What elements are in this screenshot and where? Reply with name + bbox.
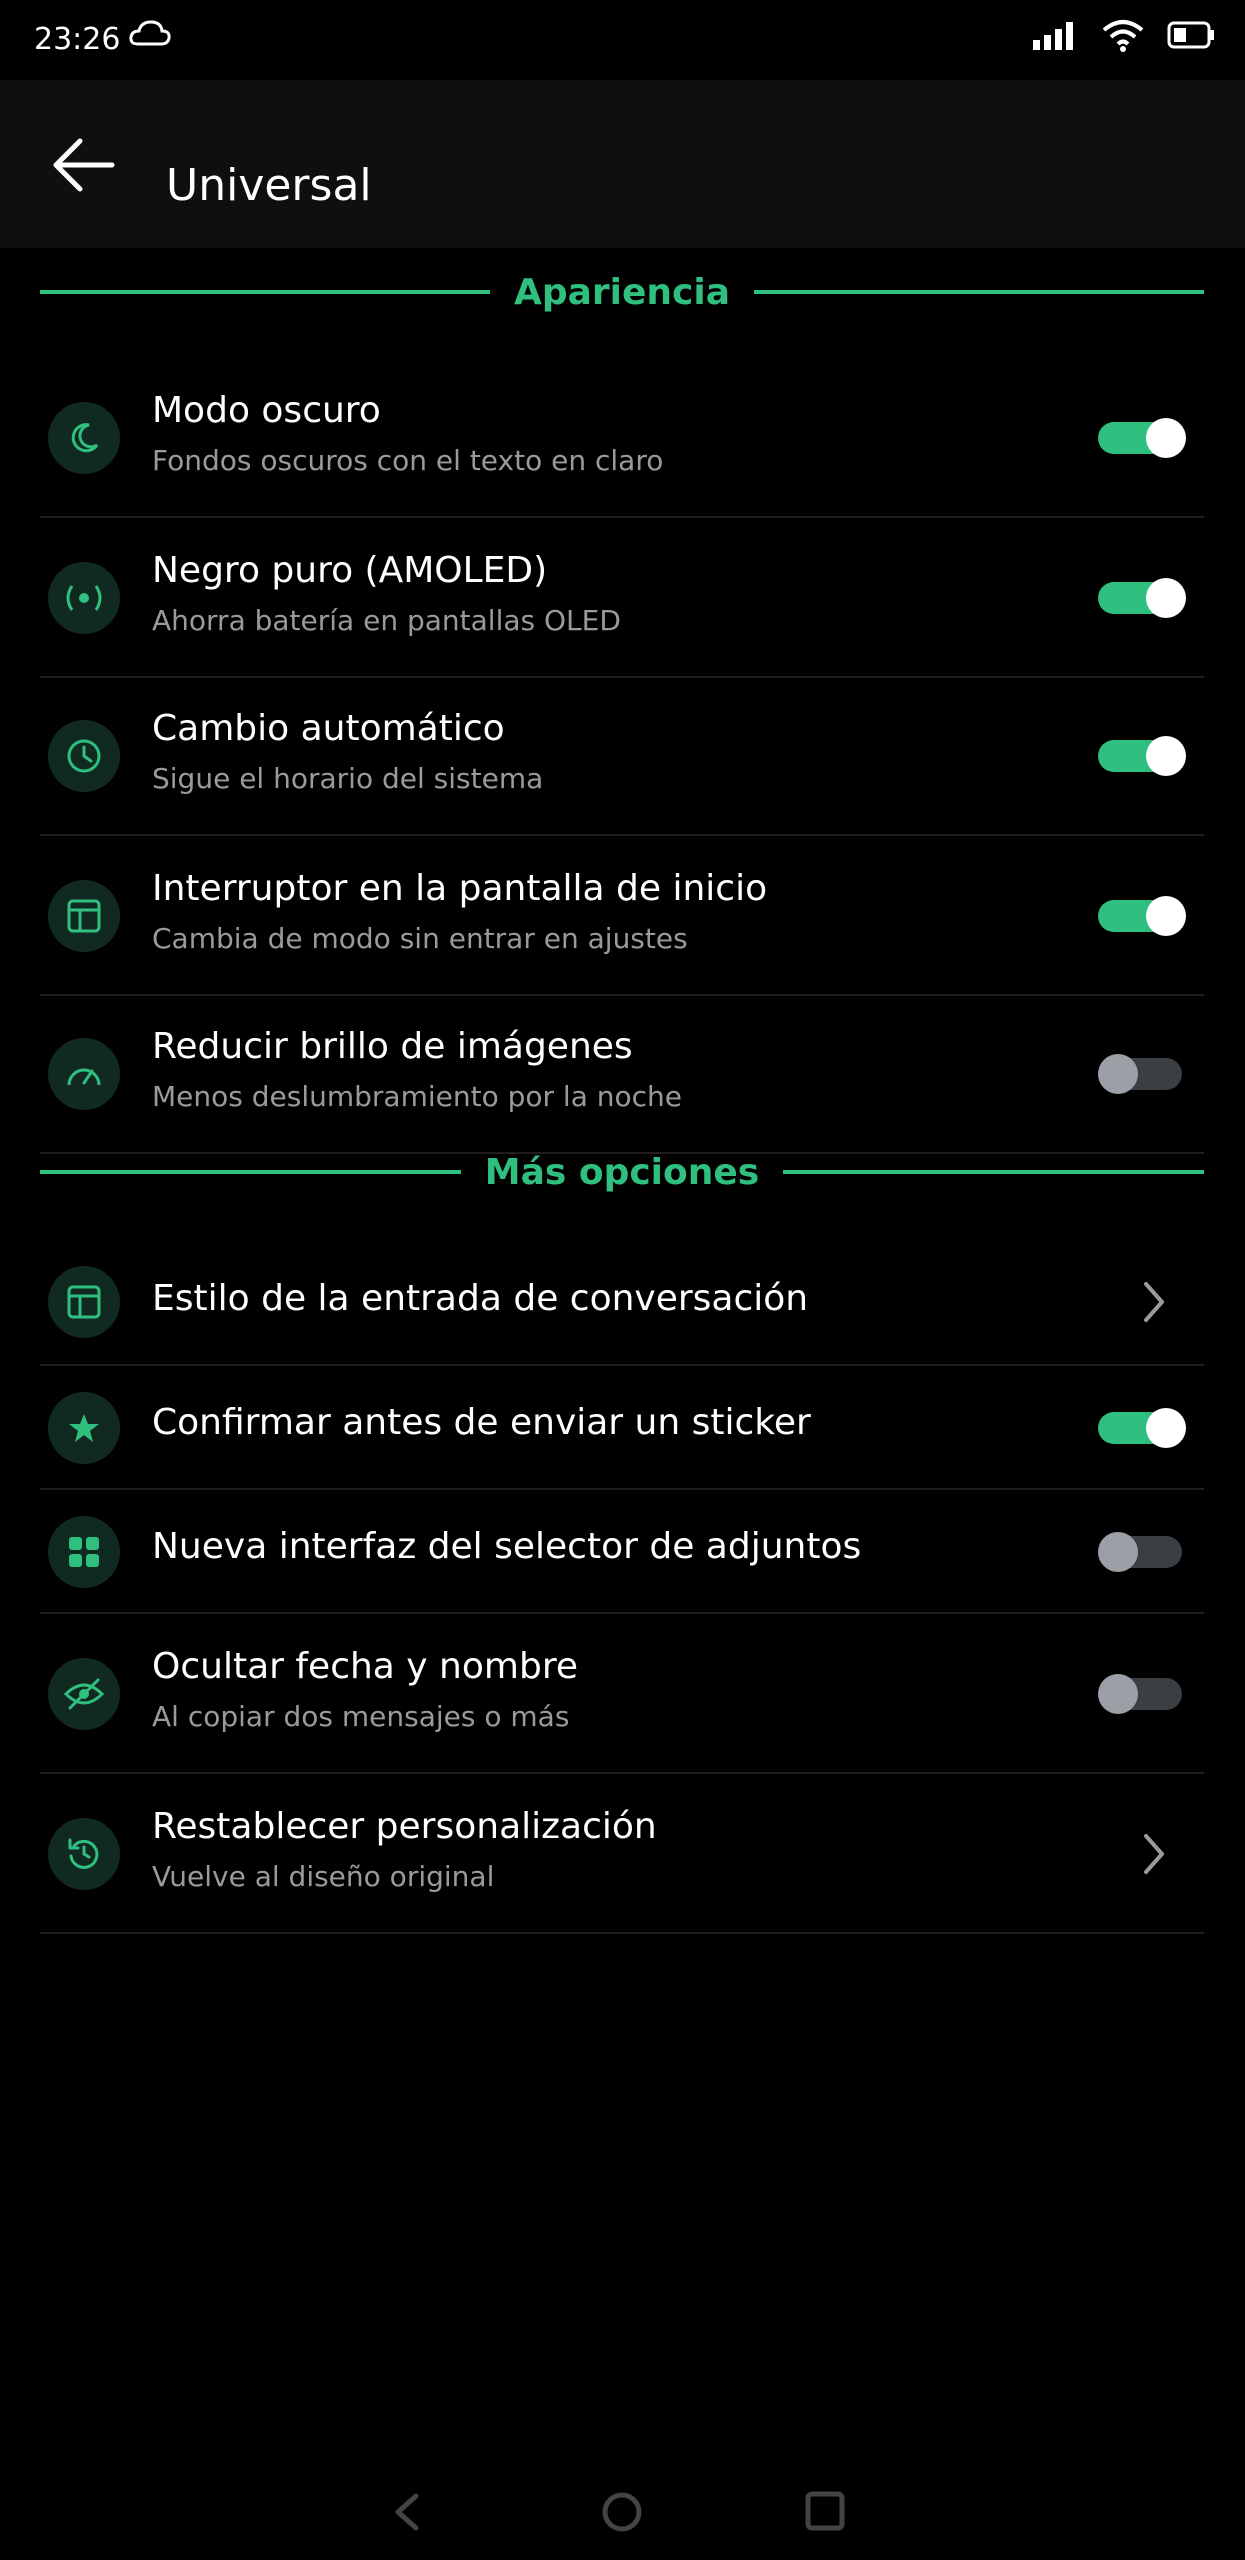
divider <box>40 290 490 294</box>
layout-icon <box>48 880 120 952</box>
battery-icon <box>1167 21 1214 49</box>
status-time: 23:26 <box>34 22 121 57</box>
section-title: Apariencia <box>513 271 731 313</box>
hide-date-name-toggle[interactable] <box>1098 1674 1186 1714</box>
wifi-icon <box>1102 20 1144 52</box>
setting-row-input-style[interactable]: Estilo de la entrada de conversación <box>40 1240 1204 1366</box>
setting-row-confirm-sticker[interactable]: Confirmar antes de enviar un sticker <box>40 1366 1204 1490</box>
setting-title: Confirmar antes de enviar un sticker <box>152 1402 811 1443</box>
setting-subtitle: Fondos oscuros con el texto en claro <box>152 444 664 477</box>
app-bar: Universal <box>0 80 1245 248</box>
reduce-brightness-toggle[interactable] <box>1098 1054 1186 1094</box>
setting-title: Reducir brillo de imágenes <box>152 1026 633 1067</box>
setting-row-dark-mode[interactable]: Modo oscuro Fondos oscuros con el texto … <box>40 360 1204 518</box>
grid-icon <box>48 1516 120 1588</box>
setting-title: Modo oscuro <box>152 390 381 431</box>
setting-title: Estilo de la entrada de conversación <box>152 1278 809 1319</box>
divider <box>754 290 1205 294</box>
setting-title: Ocultar fecha y nombre <box>152 1646 578 1687</box>
nav-recents-icon[interactable] <box>804 2490 846 2532</box>
section-header-more-options: Más opciones <box>40 1142 1204 1202</box>
section-title: Más opciones <box>484 1151 760 1193</box>
setting-row-pure-black[interactable]: Negro puro (AMOLED) Ahorra batería en pa… <box>40 518 1204 678</box>
dark-mode-toggle[interactable] <box>1098 418 1186 458</box>
cloud-icon <box>129 20 171 46</box>
auto-switch-toggle[interactable] <box>1098 736 1186 776</box>
nav-home-icon[interactable] <box>600 2490 644 2534</box>
chevron-right-icon <box>1144 1282 1164 1322</box>
gauge-icon <box>48 1038 120 1110</box>
setting-title: Nueva interfaz del selector de adjuntos <box>152 1526 862 1567</box>
status-bar: 23:26 <box>0 0 1245 80</box>
clock-icon <box>48 720 120 792</box>
setting-subtitle: Vuelve al diseño original <box>152 1860 495 1893</box>
divider <box>783 1170 1204 1174</box>
layout-icon <box>48 1266 120 1338</box>
setting-title: Negro puro (AMOLED) <box>152 550 548 591</box>
divider <box>40 1170 461 1174</box>
back-arrow-icon[interactable] <box>50 135 116 195</box>
setting-title: Cambio automático <box>152 708 505 749</box>
system-nav-bar <box>0 2470 1245 2560</box>
setting-title: Interruptor en la pantalla de inicio <box>152 868 768 909</box>
setting-subtitle: Ahorra batería en pantallas OLED <box>152 604 621 637</box>
confirm-sticker-toggle[interactable] <box>1098 1408 1186 1448</box>
attach-picker-toggle[interactable] <box>1098 1532 1186 1572</box>
setting-row-reduce-brightness[interactable]: Reducir brillo de imágenes Menos deslumb… <box>40 996 1204 1154</box>
setting-row-reset-customization[interactable]: Restablecer personalización Vuelve al di… <box>40 1774 1204 1934</box>
radio-icon <box>48 562 120 634</box>
signal-icon <box>1033 22 1073 50</box>
reset-icon <box>48 1818 120 1890</box>
setting-subtitle: Al copiar dos mensajes o más <box>152 1700 570 1733</box>
setting-row-auto-switch[interactable]: Cambio automático Sigue el horario del s… <box>40 678 1204 836</box>
setting-subtitle: Cambia de modo sin entrar en ajustes <box>152 922 688 955</box>
home-switch-toggle[interactable] <box>1098 896 1186 936</box>
setting-subtitle: Sigue el horario del sistema <box>152 762 544 795</box>
setting-title: Restablecer personalización <box>152 1806 657 1847</box>
setting-row-home-switch[interactable]: Interruptor en la pantalla de inicio Cam… <box>40 836 1204 996</box>
section-header-appearance: Apariencia <box>40 262 1205 322</box>
setting-row-hide-date-name[interactable]: Ocultar fecha y nombre Al copiar dos men… <box>40 1614 1204 1774</box>
star-icon <box>48 1392 120 1464</box>
nav-back-icon[interactable] <box>388 2490 424 2534</box>
setting-row-attach-picker[interactable]: Nueva interfaz del selector de adjuntos <box>40 1490 1204 1614</box>
setting-subtitle: Menos deslumbramiento por la noche <box>152 1080 683 1113</box>
chevron-right-icon <box>1144 1834 1164 1874</box>
eye-off-icon <box>48 1658 120 1730</box>
amoled-toggle[interactable] <box>1098 578 1186 618</box>
page-title: Universal <box>166 160 372 211</box>
moon-icon <box>48 402 120 474</box>
